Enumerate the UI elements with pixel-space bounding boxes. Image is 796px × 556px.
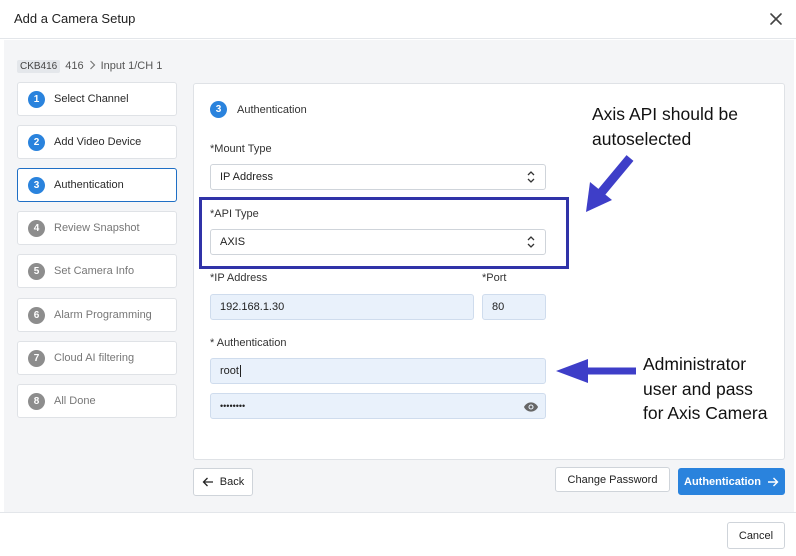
arrow-right-icon (768, 477, 779, 486)
auth-annotation-note: Administrator user and pass for Axis Cam… (643, 352, 767, 426)
step-number-badge: 8 (28, 392, 45, 410)
password-value: •••••••• (220, 401, 246, 411)
authentication-button-label: Authentication (684, 475, 761, 488)
authentication-button[interactable]: Authentication (678, 468, 785, 495)
ip-address-label: *IP Address (210, 272, 268, 284)
step-number-badge: 3 (28, 176, 45, 194)
port-label: *Port (482, 272, 507, 284)
step-all-done[interactable]: 8 All Done (17, 384, 177, 418)
select-arrows-icon (527, 171, 535, 183)
mount-type-select[interactable]: IP Address (210, 164, 546, 190)
ip-address-value: 192.168.1.30 (220, 301, 285, 313)
authentication-label: * Authentication (210, 337, 287, 349)
dialog-title: Add a Camera Setup (14, 11, 136, 26)
api-annotation-note: Axis API should be autoselected (592, 102, 738, 151)
cancel-button[interactable]: Cancel (727, 522, 785, 549)
chevron-right-icon (89, 60, 96, 73)
panel-title: Authentication (237, 103, 307, 116)
password-input[interactable]: •••••••• (210, 393, 546, 419)
step-label: Authentication (54, 179, 124, 191)
change-password-button[interactable]: Change Password (555, 467, 670, 492)
step-number-badge: 2 (28, 133, 45, 151)
mount-type-value: IP Address (220, 171, 273, 183)
step-label: Select Channel (54, 93, 129, 105)
close-icon[interactable] (766, 9, 786, 29)
ip-address-input[interactable]: 192.168.1.30 (210, 294, 474, 320)
eye-icon[interactable] (523, 399, 539, 415)
api-note-line: autoselected (592, 128, 692, 149)
step-number-badge: 1 (28, 90, 45, 108)
back-label: Back (219, 476, 245, 488)
cancel-label: Cancel (738, 529, 774, 542)
arrow-left-icon (202, 477, 213, 487)
step-label: Add Video Device (54, 136, 142, 148)
dialog-header: Add a Camera Setup (0, 0, 796, 39)
annotation-arrow-left-icon (556, 359, 636, 383)
step-set-camera-info[interactable]: 5 Set Camera Info (17, 254, 177, 288)
step-label: Review Snapshot (54, 222, 140, 234)
device-badge: CKB416 (17, 59, 61, 73)
breadcrumb: CKB416 416 Input 1/CH 1 (17, 59, 162, 73)
step-review-snapshot[interactable]: 4 Review Snapshot (17, 211, 177, 245)
device-number: 416 (65, 60, 84, 72)
step-number-badge: 4 (28, 219, 45, 237)
step-label: Set Camera Info (54, 265, 135, 277)
panel-header: 3 Authentication (210, 101, 307, 118)
api-note-line: Axis API should be (592, 104, 738, 124)
step-alarm-programming[interactable]: 6 Alarm Programming (17, 298, 177, 332)
annotation-arrow-down-left-icon (586, 155, 634, 212)
username-value: root (220, 365, 239, 377)
footer-divider (0, 512, 796, 513)
username-input[interactable]: root (210, 358, 546, 384)
api-type-highlight-box (199, 197, 569, 269)
step-label: Cloud AI filtering (54, 352, 135, 364)
back-button[interactable]: Back (193, 468, 253, 496)
auth-note-line: Administrator (643, 354, 747, 374)
step-number-badge: 6 (28, 306, 45, 324)
panel-step-badge: 3 (210, 101, 227, 118)
step-label: Alarm Programming (54, 309, 152, 321)
step-authentication[interactable]: 3 Authentication (17, 168, 177, 202)
breadcrumb-input[interactable]: Input 1/CH 1 (101, 60, 163, 72)
change-password-label: Change Password (567, 473, 658, 486)
step-add-video-device[interactable]: 2 Add Video Device (17, 125, 177, 159)
auth-note-line: user and pass (643, 378, 753, 399)
port-value: 80 (492, 301, 505, 313)
mount-type-label: *Mount Type (210, 143, 272, 155)
step-select-channel[interactable]: 1 Select Channel (17, 82, 177, 116)
step-label: All Done (54, 395, 96, 407)
auth-note-line: for Axis Camera (643, 403, 768, 423)
step-cloud-ai-filtering[interactable]: 7 Cloud AI filtering (17, 341, 177, 375)
step-number-badge: 5 (28, 262, 45, 280)
step-number-badge: 7 (28, 349, 45, 367)
port-input[interactable]: 80 (482, 294, 546, 320)
text-caret (239, 365, 241, 377)
